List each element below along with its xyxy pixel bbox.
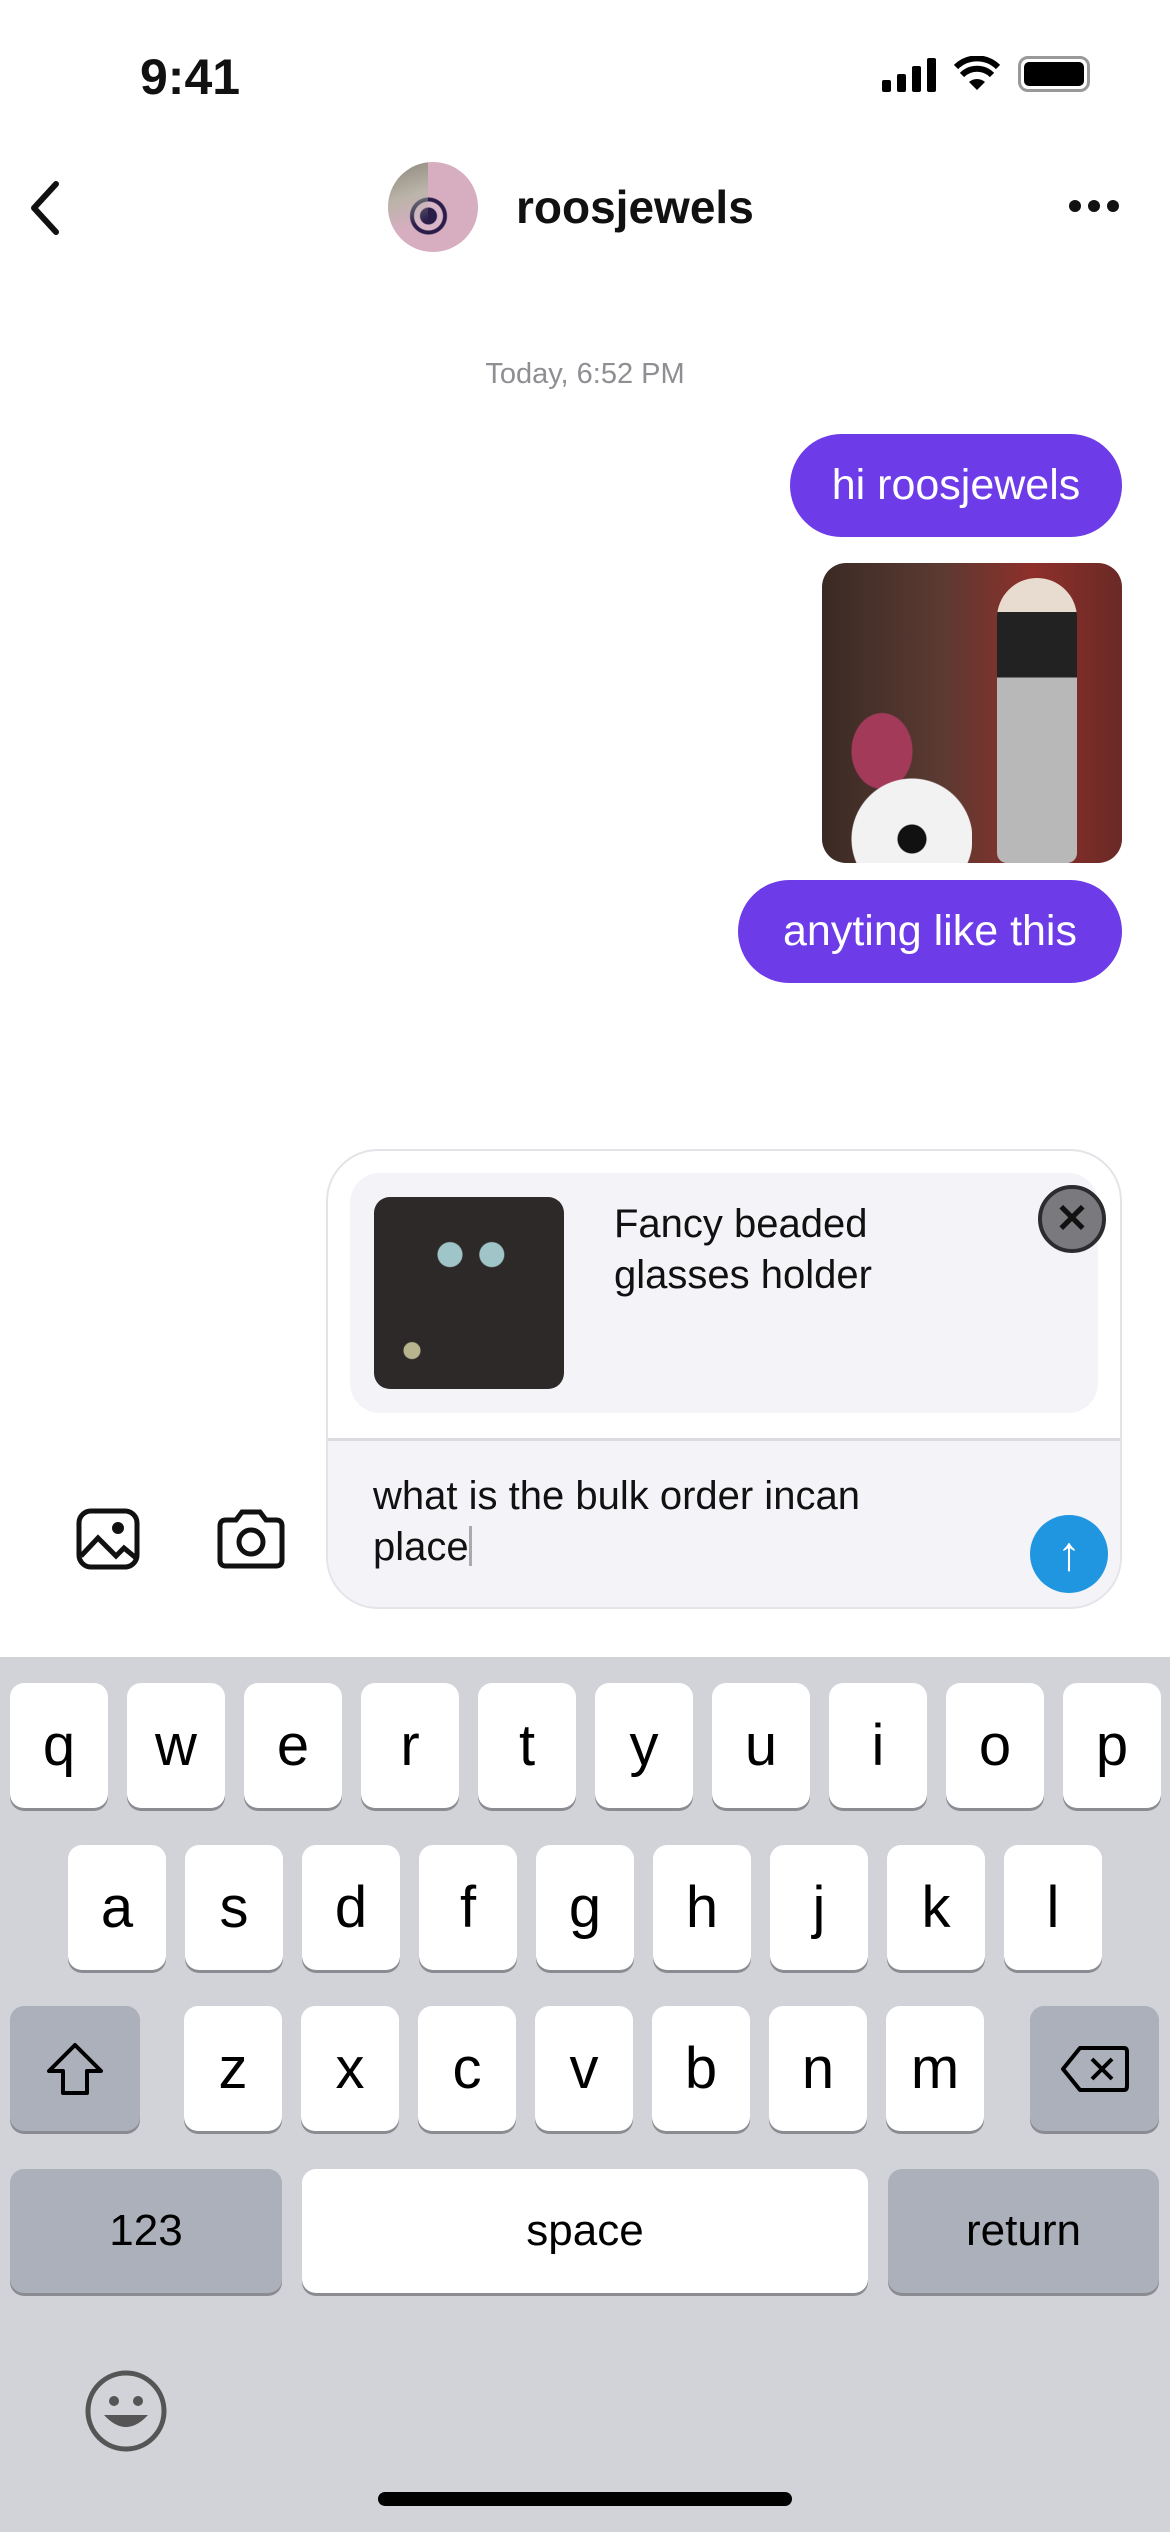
key-w[interactable]: w xyxy=(127,1683,225,1808)
message-bubble[interactable]: hi roosjewels xyxy=(790,434,1122,537)
key-u[interactable]: u xyxy=(712,1683,810,1808)
space-key[interactable]: space xyxy=(302,2169,868,2293)
key-c[interactable]: c xyxy=(418,2006,516,2131)
delete-backspace-icon xyxy=(1060,2045,1129,2092)
message-image[interactable] xyxy=(822,563,1122,863)
key-h[interactable]: h xyxy=(653,1845,751,1970)
key-s[interactable]: s xyxy=(185,1845,283,1970)
more-options-icon[interactable] xyxy=(1068,198,1120,214)
delete-key[interactable] xyxy=(1030,2006,1159,2131)
message-composer: Fancy beaded glasses holder ✕ what is the… xyxy=(326,1149,1122,1609)
key-a[interactable]: a xyxy=(68,1845,166,1970)
camera-icon[interactable] xyxy=(216,1508,286,1570)
remove-attachment-button[interactable]: ✕ xyxy=(1038,1185,1106,1253)
key-i[interactable]: i xyxy=(829,1683,927,1808)
key-k[interactable]: k xyxy=(887,1845,985,1970)
back-chevron-icon[interactable] xyxy=(26,180,66,236)
send-button[interactable]: ↑ xyxy=(1030,1515,1108,1593)
key-x[interactable]: x xyxy=(301,2006,399,2131)
status-time: 9:41 xyxy=(140,49,241,105)
product-title-line: glasses holder xyxy=(614,1253,872,1297)
key-v[interactable]: v xyxy=(535,2006,633,2131)
keyboard: q w e r t y u i o p a s d f g h j k l z x c v b n m 123 space return xyxy=(0,1657,1170,2532)
return-key[interactable]: return xyxy=(888,2169,1159,2293)
product-title-line: Fancy beaded xyxy=(614,1202,868,1246)
gallery-icon[interactable] xyxy=(76,1508,140,1570)
emoji-button[interactable] xyxy=(84,2369,168,2458)
close-icon: ✕ xyxy=(1055,1197,1089,1241)
message-input[interactable]: what is the bulk order incan place ↑ xyxy=(328,1438,1120,1607)
emoji-icon xyxy=(85,2370,167,2452)
username[interactable]: roosjewels xyxy=(516,180,754,234)
product-thumbnail xyxy=(374,1197,564,1389)
home-indicator xyxy=(378,2492,792,2506)
key-g[interactable]: g xyxy=(536,1845,634,1970)
product-attachment-card[interactable]: Fancy beaded glasses holder ✕ xyxy=(350,1173,1106,1413)
status-icons xyxy=(882,56,1090,92)
wifi-icon xyxy=(954,56,1000,90)
key-e[interactable]: e xyxy=(244,1683,342,1808)
signal-icon xyxy=(882,56,936,92)
message-timestamp: Today, 6:52 PM xyxy=(485,358,685,390)
key-m[interactable]: m xyxy=(886,2006,984,2131)
numbers-key[interactable]: 123 xyxy=(10,2169,282,2293)
message-input-text[interactable]: what is the bulk order incan place xyxy=(373,1474,860,1569)
key-l[interactable]: l xyxy=(1004,1845,1102,1970)
key-q[interactable]: q xyxy=(10,1683,108,1808)
avatar[interactable] xyxy=(388,162,478,252)
key-o[interactable]: o xyxy=(946,1683,1044,1808)
key-p[interactable]: p xyxy=(1063,1683,1161,1808)
key-z[interactable]: z xyxy=(184,2006,282,2131)
arrow-up-icon: ↑ xyxy=(1057,1527,1081,1581)
key-b[interactable]: b xyxy=(652,2006,750,2131)
key-f[interactable]: f xyxy=(419,1845,517,1970)
product-title: Fancy beaded glasses holder xyxy=(614,1199,872,1301)
key-t[interactable]: t xyxy=(478,1683,576,1808)
message-bubble[interactable]: anyting like this xyxy=(738,880,1122,983)
text-caret xyxy=(468,1526,472,1566)
shift-key[interactable] xyxy=(10,2006,140,2131)
key-d[interactable]: d xyxy=(302,1845,400,1970)
shift-icon xyxy=(47,2042,103,2095)
key-n[interactable]: n xyxy=(769,2006,867,2131)
key-r[interactable]: r xyxy=(361,1683,459,1808)
key-y[interactable]: y xyxy=(595,1683,693,1808)
battery-icon xyxy=(1018,56,1090,92)
key-j[interactable]: j xyxy=(770,1845,868,1970)
